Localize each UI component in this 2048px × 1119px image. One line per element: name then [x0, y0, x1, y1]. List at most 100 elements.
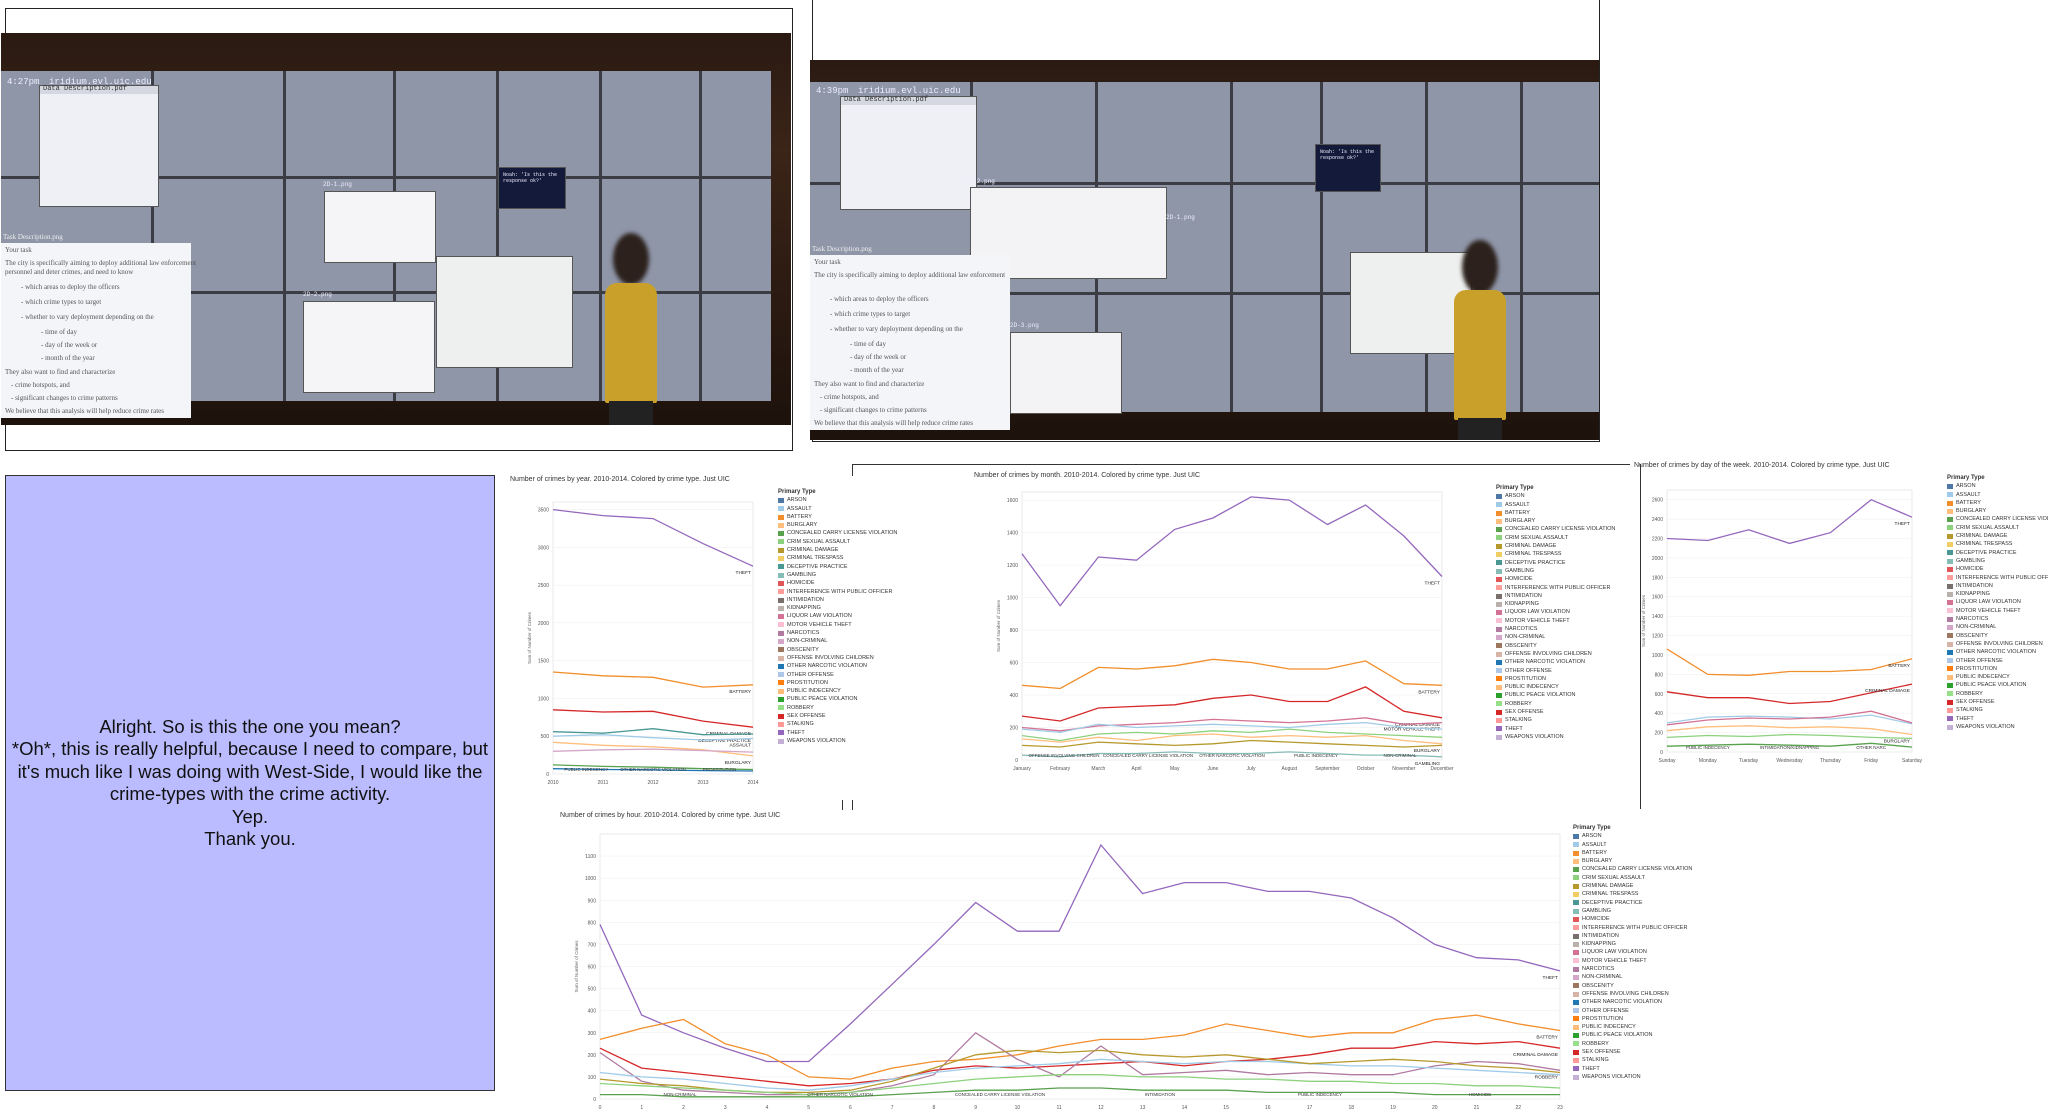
legend-label: DECEPTIVE PRACTICE: [1505, 559, 1566, 566]
legend-swatch: [1573, 991, 1579, 997]
legend-label: CRIMINAL TRESPASS: [787, 555, 844, 562]
legend-item: THEFT: [778, 729, 897, 737]
legend: Primary Type ARSON ASSAULT BATTERY BURGLARY C…: [778, 488, 897, 745]
legend-label: BURGLARY: [1582, 858, 1613, 865]
y-tick-label: 1000: [538, 696, 549, 702]
legend-item: NON-CRIMINAL: [1573, 973, 1692, 981]
baseline-annotation: CONCEALED CARRY LICENSE VIOLATION: [955, 1092, 1045, 1097]
legend-label: THEFT: [1956, 715, 1974, 722]
legend-item: GAMBLING: [1573, 907, 1692, 915]
legend-item: ROBBERY: [778, 704, 897, 712]
pane-label-3: 2D-1.png: [1166, 214, 1195, 221]
legend-label: LIQUOR LAW VIOLATION: [1582, 949, 1647, 956]
task-line: personnel and deter crimes, and need to …: [5, 268, 134, 276]
legend-title: Primary Type: [1573, 825, 1611, 831]
legend-swatch: [1947, 542, 1953, 548]
legend-label: KIDNAPPING: [1582, 941, 1616, 948]
dialogue-line: Yep.: [231, 805, 269, 827]
x-tick-label: 4: [766, 1105, 769, 1111]
x-tick-label: 6: [849, 1105, 852, 1111]
y-tick-label: 900: [588, 898, 597, 904]
series-end-label: GAMBLING: [1415, 761, 1441, 767]
pane-label-2: 2D-3.png: [1010, 322, 1039, 329]
legend-swatch: [1496, 601, 1502, 607]
legend-label: PUBLIC PEACE VIOLATION: [1956, 682, 2027, 689]
chart-by-month: Number of crimes by month. 2010-2014. Co…: [972, 470, 1615, 790]
legend-label: SEX OFFENSE: [1505, 709, 1544, 716]
task-line: We believe that this analysis will help …: [814, 419, 974, 427]
legend-swatch: [1947, 492, 1953, 498]
legend-label: PUBLIC PEACE VIOLATION: [1505, 692, 1576, 699]
legend-swatch: [778, 647, 784, 653]
legend-item: INTERFERENCE WITH PUBLIC OFFICER: [1947, 574, 2048, 582]
pane-label-2: 2D-2.png: [303, 291, 332, 298]
x-tick-label: 2012: [647, 780, 658, 786]
dialogue-line: Alright. So is this the one you mean?: [99, 715, 401, 737]
task-line: - whether to vary deployment depending o…: [21, 313, 154, 321]
legend-swatch: [1496, 576, 1502, 582]
dialogue-text: Alright. So is this the one you mean? *O…: [6, 716, 494, 851]
legend-item: OFFENSE INVOLVING CHILDREN: [778, 654, 897, 662]
photo-left: 4:27pm iridium.evl.uic.edu Data Descript…: [1, 33, 791, 425]
chart-pane-1: [324, 191, 436, 263]
legend-item: MOTOR VEHICLE THEFT: [778, 621, 897, 629]
legend-label: OTHER OFFENSE: [787, 671, 834, 678]
legend-swatch: [1573, 833, 1579, 839]
legend-swatch: [778, 630, 784, 636]
legend-label: KIDNAPPING: [787, 605, 821, 612]
y-tick-label: 3500: [538, 508, 549, 514]
legend-item: ASSAULT: [1496, 501, 1615, 509]
photo-right: 4:39pm iridium.evl.uic.edu Data Descript…: [810, 60, 1599, 440]
legend-swatch: [778, 580, 784, 586]
legend-swatch: [1947, 649, 1953, 655]
series-line: [1021, 658, 1443, 690]
legend-label: NARCOTICS: [1505, 626, 1538, 633]
x-tick-label: 2013: [697, 780, 708, 786]
y-axis-label: Sum of Number of Crimes: [527, 611, 532, 664]
legend-swatch: [778, 672, 784, 678]
legend-label: ROBBERY: [1956, 690, 1983, 697]
legend-swatch: [778, 622, 784, 628]
legend-swatch: [778, 539, 784, 545]
baseline-annotation: INTIMIDATION/KIDNAPPING: [1760, 745, 1820, 750]
legend-swatch: [1573, 1033, 1579, 1039]
legend-label: NON-CRIMINAL: [787, 638, 828, 645]
legend-item: DECEPTIVE PRACTICE: [1573, 899, 1692, 907]
legend-item: LIQUOR LAW VIOLATION: [1496, 608, 1615, 616]
task-line: The city is specifically aiming to deplo…: [814, 271, 1006, 279]
baseline-annotation: OTHER NARCOTIC VIOLATION: [807, 1092, 872, 1097]
legend-label: PROSTITUTION: [787, 679, 828, 686]
legend-swatch: [1947, 483, 1953, 489]
legend-item: OFFENSE INVOLVING CHILDREN: [1573, 990, 1692, 998]
baseline-annotation: OTHER NARC: [1856, 745, 1887, 750]
y-tick-label: 1600: [1652, 595, 1663, 601]
task-line: - crime hotspots, and: [11, 381, 70, 389]
y-tick-label: 1600: [1007, 498, 1018, 504]
legend-item: PUBLIC PEACE VIOLATION: [1573, 1031, 1692, 1039]
legend-label: LIQUOR LAW VIOLATION: [1956, 599, 2021, 606]
legend-item: OTHER OFFENSE: [1947, 657, 2048, 665]
legend-item: PROSTITUTION: [1573, 1015, 1692, 1023]
task-line: Your task: [814, 258, 841, 266]
x-tick-label: 15: [1223, 1105, 1229, 1111]
legend-swatch: [1573, 916, 1579, 922]
legend-swatch: [1947, 683, 1953, 689]
legend-item: WEAPONS VIOLATION: [1573, 1073, 1692, 1081]
legend-label: OBSCENITY: [1505, 642, 1537, 649]
legend-label: STALKING: [787, 721, 814, 728]
legend-swatch: [1496, 518, 1502, 524]
legend-swatch: [1947, 583, 1953, 589]
task-line: The city is specifically aiming to deplo…: [5, 259, 197, 267]
legend-item: CRIM SEXUAL ASSAULT: [1496, 534, 1615, 542]
legend-item: BATTERY: [1573, 849, 1692, 857]
legend-item: CRIMINAL TRESPASS: [778, 554, 897, 562]
legend-label: SEX OFFENSE: [1956, 699, 1995, 706]
y-tick-label: 3000: [538, 545, 549, 551]
x-tick-label: March: [1091, 766, 1105, 772]
legend-label: BATTERY: [1582, 849, 1607, 856]
legend-swatch: [1947, 517, 1953, 523]
legend-item: ASSAULT: [778, 505, 897, 513]
legend-label: OFFENSE INVOLVING CHILDREN: [787, 654, 874, 661]
legend-swatch: [1947, 508, 1953, 514]
x-tick-label: Wednesday: [1776, 758, 1803, 764]
